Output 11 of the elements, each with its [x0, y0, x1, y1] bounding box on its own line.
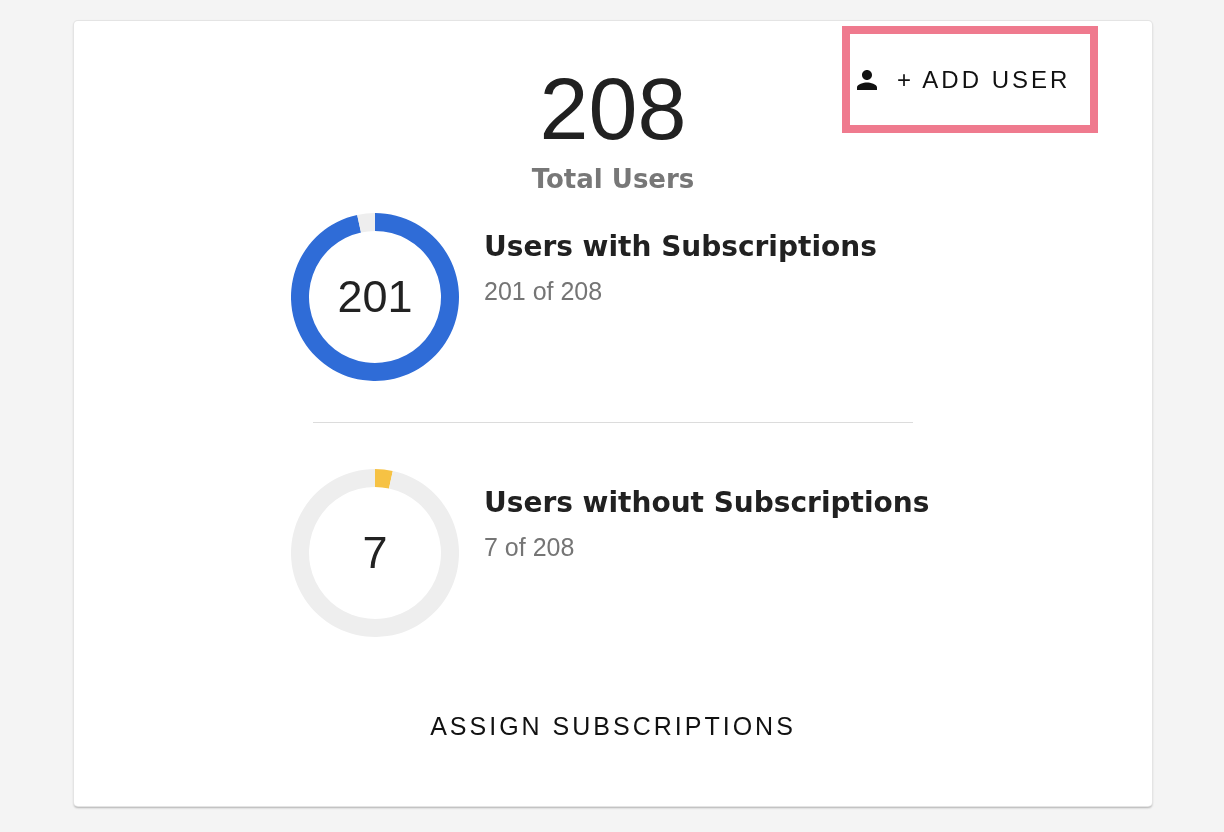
ring-value: 7 [362, 527, 388, 579]
total-label: Total Users [531, 164, 695, 194]
stat-detail: 7 of 208 [484, 532, 576, 562]
ring-value: 201 [337, 271, 413, 323]
add-user-button[interactable]: + ADD USER [850, 34, 1090, 125]
person-icon [857, 69, 877, 90]
total-count: 208 [539, 65, 687, 153]
assign-subscriptions-button[interactable]: ASSIGN SUBSCRIPTIONS [414, 702, 812, 750]
stat-title: Users without Subscriptions [484, 486, 930, 520]
stat-detail: 201 of 208 [484, 276, 604, 306]
stat-title: Users with Subscriptions [484, 230, 877, 264]
